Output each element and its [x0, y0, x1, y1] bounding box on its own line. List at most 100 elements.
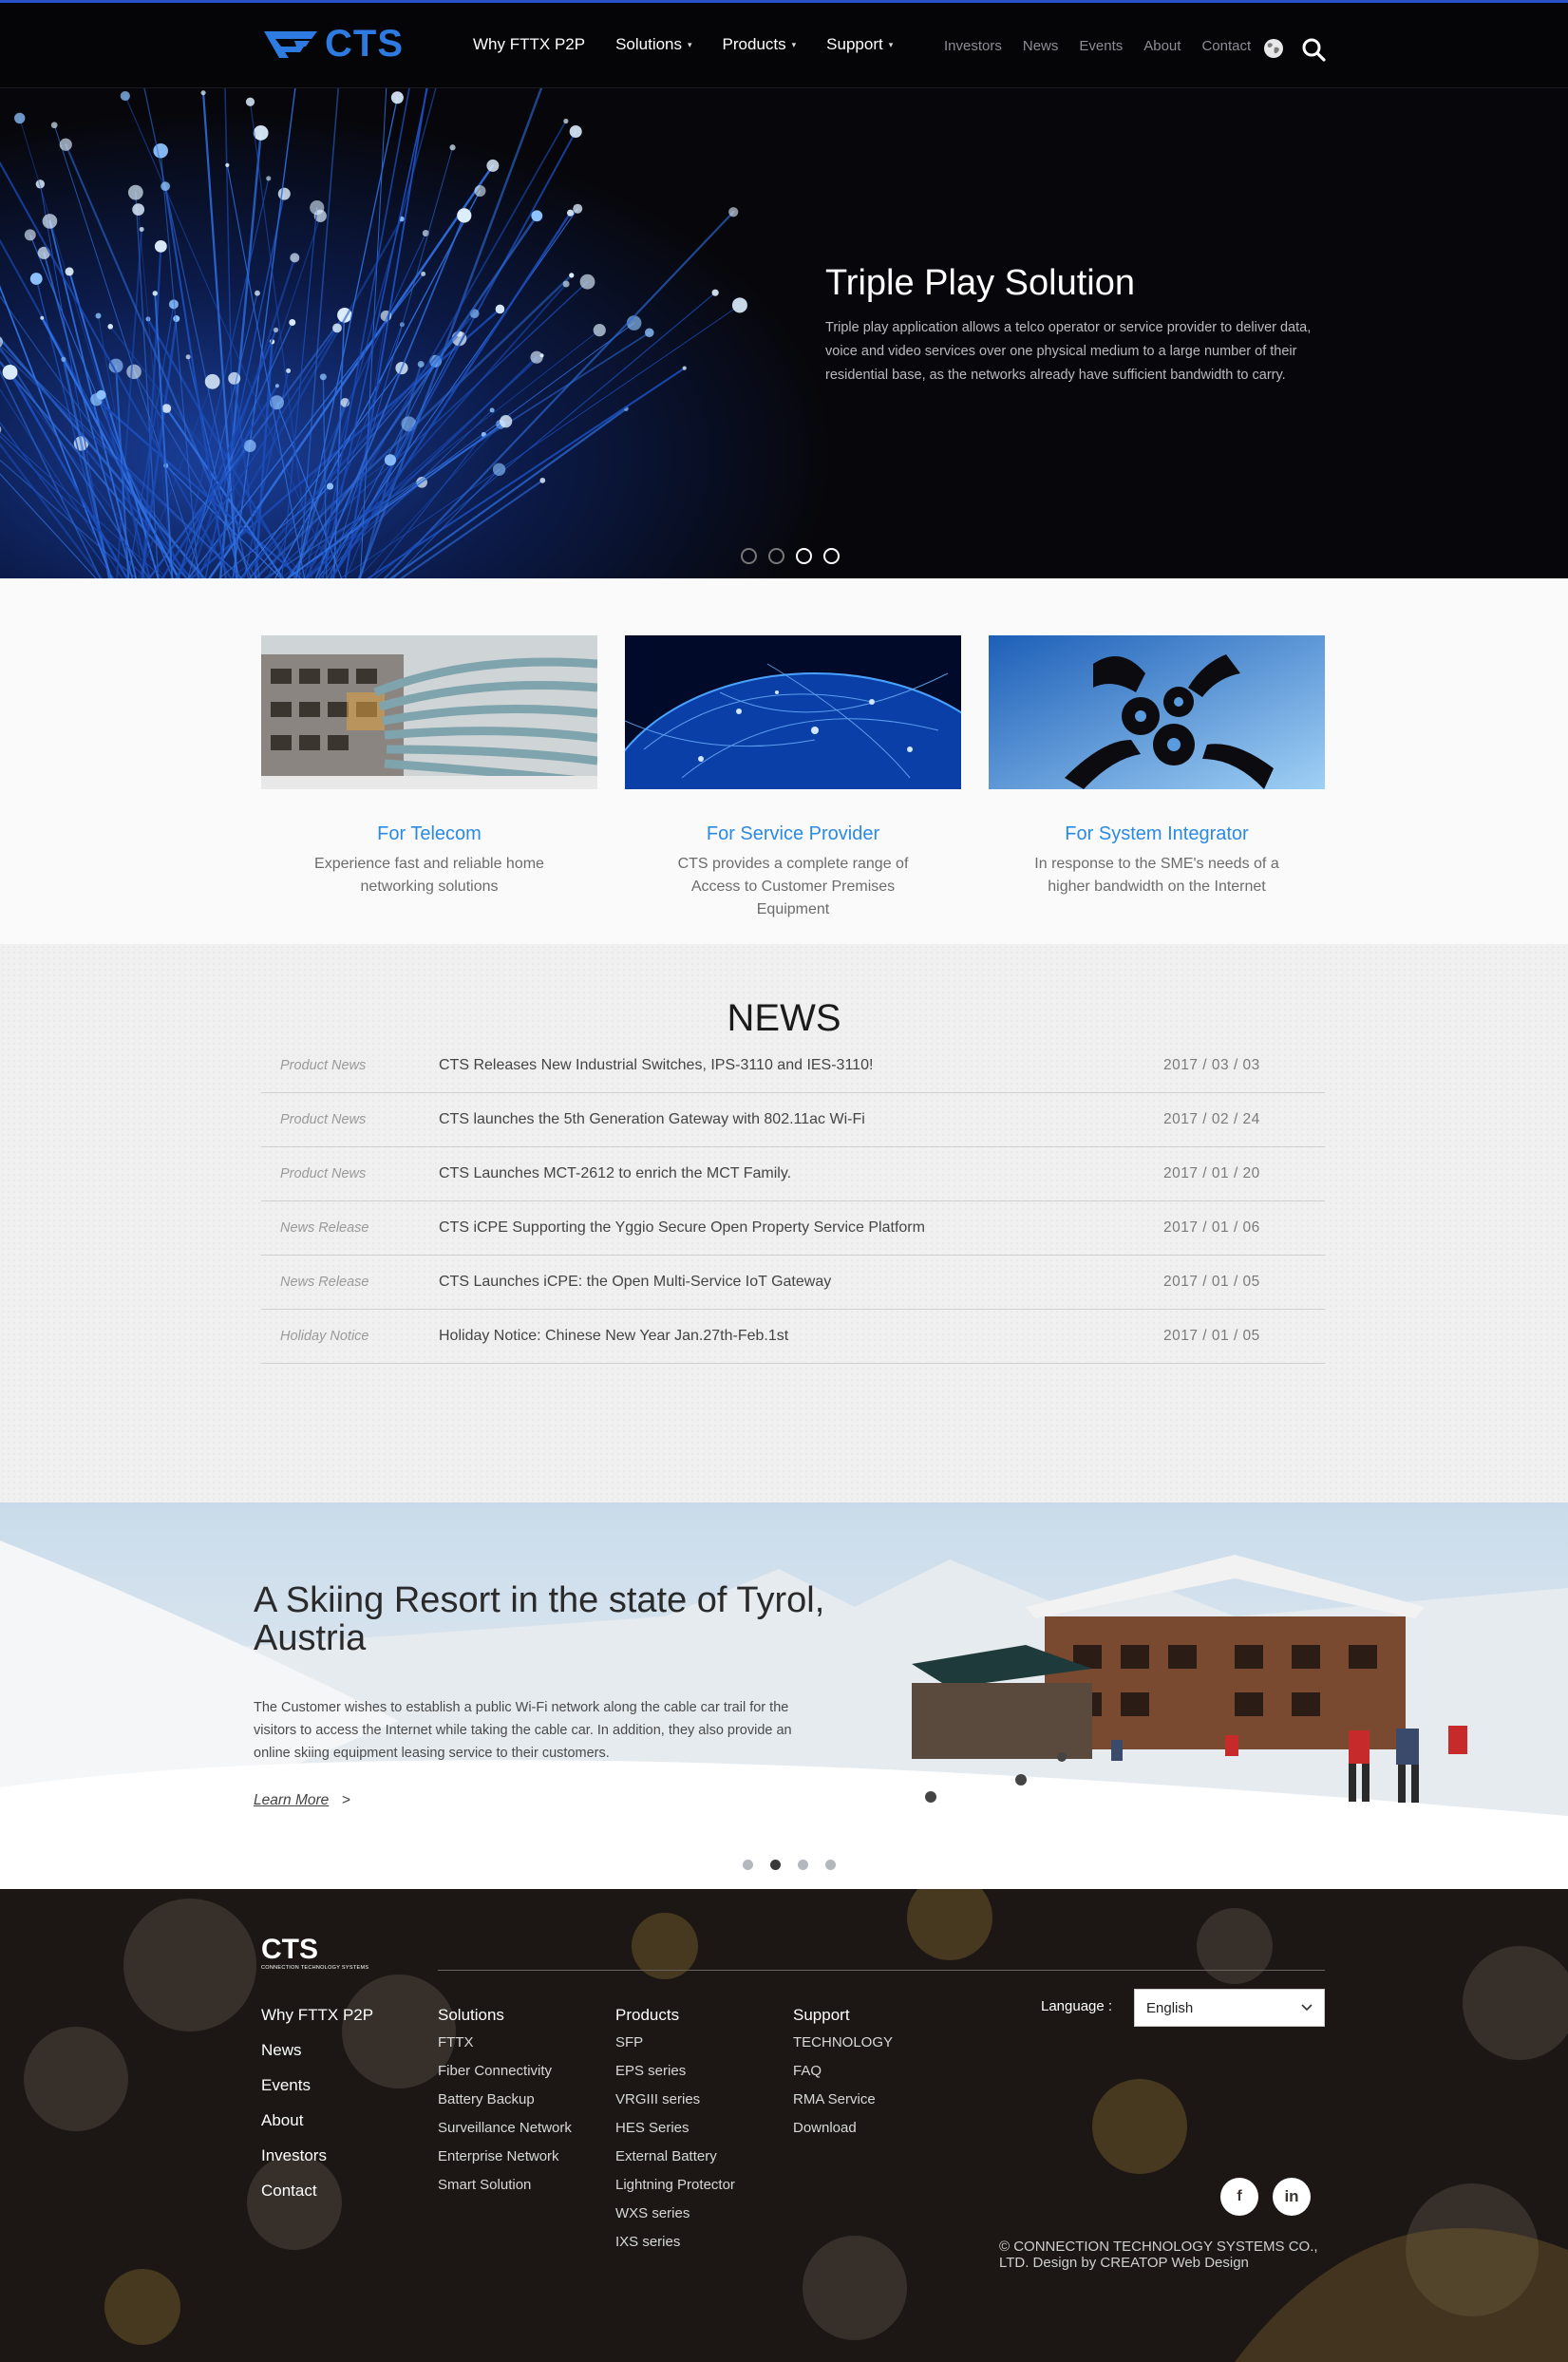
footer-link[interactable]: FTTX [438, 2034, 572, 2050]
news-row[interactable]: Holiday Notice Holiday Notice: Chinese N… [261, 1310, 1325, 1364]
footer-divider [438, 1970, 1325, 1971]
news-date: 2017 / 01 / 05 [1163, 1328, 1260, 1344]
footer-link[interactable]: Fiber Connectivity [438, 2063, 572, 2079]
news-row[interactable]: Product News CTS Launches MCT-2612 to en… [261, 1147, 1325, 1201]
subnav-news[interactable]: News [1023, 38, 1059, 54]
news-date: 2017 / 01 / 20 [1163, 1165, 1260, 1181]
segment-telecom[interactable]: For Telecom Experience fast and reliable… [261, 635, 597, 898]
nav-why-fttx[interactable]: Why FTTX P2P [473, 35, 585, 54]
case-dot-1[interactable] [743, 1860, 753, 1870]
nav-label: Solutions [615, 35, 683, 53]
hero-dot-1[interactable] [741, 548, 757, 564]
footer-link[interactable]: RMA Service [793, 2091, 893, 2107]
footer-col-main: Why FTTX P2P News Events About Investors… [261, 2006, 373, 2217]
news-category: Product News [280, 1058, 367, 1073]
learn-more-link[interactable]: Learn More [254, 1792, 329, 1809]
footer-link[interactable]: HES Series [615, 2120, 735, 2136]
footer-link[interactable]: EPS series [615, 2063, 735, 2079]
subnav-contact[interactable]: Contact [1201, 38, 1251, 54]
facebook-icon[interactable]: f [1220, 2178, 1258, 2216]
logo-text: CTS [325, 23, 404, 65]
footer-col-products: Products SFP EPS series VRGIII series HE… [615, 2006, 735, 2262]
nav-label: Support [826, 35, 883, 53]
footer-link[interactable]: News [261, 2041, 373, 2060]
segment-service-provider[interactable]: For Service Provider CTS provides a comp… [625, 635, 961, 921]
news-headline[interactable]: CTS Launches MCT-2612 to enrich the MCT … [439, 1165, 1163, 1182]
footer-link[interactable]: Contact [261, 2182, 373, 2201]
footer-link[interactable]: About [261, 2111, 373, 2130]
hero-title: Triple Play Solution [825, 263, 1135, 303]
nav-label: Why FTTX P2P [473, 35, 586, 53]
footer-heading[interactable]: Solutions [438, 2006, 572, 2025]
subnav-investors[interactable]: Investors [944, 38, 1002, 54]
footer-link[interactable]: SFP [615, 2034, 735, 2050]
case-dot-4[interactable] [825, 1860, 836, 1870]
news-headline[interactable]: CTS Releases New Industrial Switches, IP… [439, 1057, 1163, 1074]
subnav-about[interactable]: About [1143, 38, 1181, 54]
segment-system-integrator[interactable]: For System Integrator In response to the… [989, 635, 1325, 898]
globe-icon[interactable] [1263, 38, 1284, 59]
footer-link[interactable]: External Battery [615, 2148, 735, 2164]
segment-title[interactable]: For Telecom [261, 823, 597, 845]
footer-link[interactable]: VRGIII series [615, 2091, 735, 2107]
hero-dot-3[interactable] [796, 548, 812, 564]
search-icon[interactable] [1301, 37, 1326, 62]
bokeh-background-image [0, 1889, 1568, 2362]
news-row[interactable]: Product News CTS launches the 5th Genera… [261, 1093, 1325, 1147]
chevron-right-icon[interactable]: > [342, 1792, 350, 1809]
footer-link[interactable]: IXS series [615, 2234, 735, 2250]
linkedin-icon[interactable]: in [1273, 2178, 1311, 2216]
news-headline[interactable]: CTS iCPE Supporting the Yggio Secure Ope… [439, 1219, 1163, 1237]
footer-link[interactable]: Events [261, 2076, 373, 2095]
case-slide-dots [743, 1860, 836, 1870]
nav-solutions[interactable]: Solutions ▾ [615, 35, 691, 54]
news-date: 2017 / 01 / 05 [1163, 1274, 1260, 1290]
footer-heading[interactable]: Products [615, 2006, 735, 2025]
hands-gears-image [989, 635, 1325, 789]
news-headline[interactable]: CTS Launches iCPE: the Open Multi-Servic… [439, 1274, 1163, 1291]
footer-link[interactable]: Investors [261, 2146, 373, 2165]
footer-col-support: Support TECHNOLOGY FAQ RMA Service Downl… [793, 2006, 893, 2148]
footer-logo-text: CTS [261, 1934, 318, 1965]
case-study-slider: A Skiing Resort in the state of Tyrol, A… [0, 1502, 1568, 1889]
footer-link[interactable]: TECHNOLOGY [793, 2034, 893, 2050]
footer-link[interactable]: Enterprise Network [438, 2148, 572, 2164]
fiber-optics-image [0, 88, 874, 578]
footer-link[interactable]: Why FTTX P2P [261, 2006, 373, 2025]
footer-link[interactable]: Smart Solution [438, 2177, 572, 2193]
news-headline[interactable]: Holiday Notice: Chinese New Year Jan.27t… [439, 1328, 1163, 1345]
footer-logo-subtitle: CONNECTION TECHNOLOGY SYSTEMS [261, 1965, 369, 1971]
nav-support[interactable]: Support ▾ [826, 35, 893, 54]
news-headline[interactable]: CTS launches the 5th Generation Gateway … [439, 1111, 1163, 1128]
footer-logo[interactable]: CTS CONNECTION TECHNOLOGY SYSTEMS [261, 1934, 369, 1972]
news-section: NEWS Product News CTS Releases New Indus… [0, 944, 1568, 1502]
hero-dot-4[interactable] [823, 548, 840, 564]
footer-link[interactable]: Lightning Protector [615, 2177, 735, 2193]
segment-title[interactable]: For Service Provider [625, 823, 961, 845]
footer-heading[interactable]: Support [793, 2006, 893, 2025]
news-row[interactable]: News Release CTS Launches iCPE: the Open… [261, 1256, 1325, 1310]
news-row[interactable]: News Release CTS iCPE Supporting the Ygg… [261, 1201, 1325, 1256]
footer-link[interactable]: Download [793, 2120, 893, 2136]
market-segments: For Telecom Experience fast and reliable… [261, 635, 1325, 920]
news-category: Holiday Notice [280, 1329, 369, 1344]
footer-link[interactable]: WXS series [615, 2205, 735, 2221]
nav-products[interactable]: Products ▾ [723, 35, 797, 54]
language-select[interactable]: English [1134, 1989, 1325, 2027]
footer-link[interactable]: FAQ [793, 2063, 893, 2079]
cts-logo-mark-icon [264, 31, 317, 58]
segment-description: CTS provides a complete range of Access … [677, 856, 909, 917]
footer-link[interactable]: Surveillance Network [438, 2120, 572, 2136]
main-nav: Why FTTX P2P Solutions ▾ Products ▾ Suppor… [473, 35, 923, 54]
hero-slide-dots [741, 548, 840, 564]
segment-title[interactable]: For System Integrator [989, 823, 1325, 845]
footer-link[interactable]: Battery Backup [438, 2091, 572, 2107]
news-row[interactable]: Product News CTS Releases New Industrial… [261, 1039, 1325, 1093]
case-dot-2[interactable] [770, 1860, 781, 1870]
hero-dot-2[interactable] [768, 548, 784, 564]
subnav-events[interactable]: Events [1079, 38, 1123, 54]
news-category: News Release [280, 1275, 369, 1290]
cts-logo[interactable]: CTS [262, 23, 404, 65]
case-dot-3[interactable] [798, 1860, 808, 1870]
caret-down-icon: ▾ [888, 39, 894, 49]
